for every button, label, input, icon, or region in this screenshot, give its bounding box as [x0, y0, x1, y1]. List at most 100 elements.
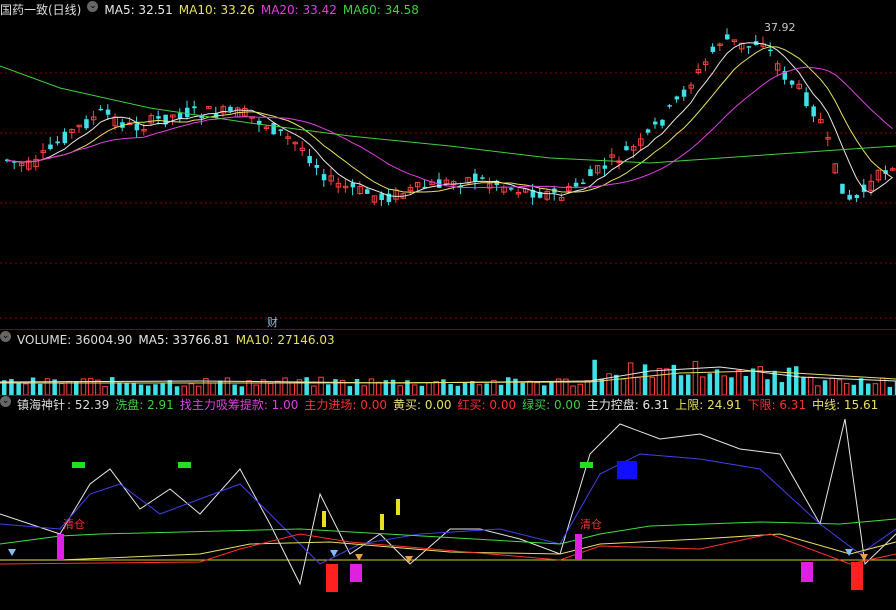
candle-body	[667, 105, 672, 107]
oscillator-line-white	[0, 418, 896, 586]
volume-bar	[448, 384, 453, 395]
volume-bar	[174, 386, 180, 395]
volume-bar	[858, 378, 864, 395]
volume-bar	[153, 384, 158, 395]
xipan-label: 洗盘: 2.91	[115, 398, 174, 412]
signal-bar-magenta	[350, 564, 362, 582]
signal-bar-yellow	[396, 499, 400, 515]
volume-bar	[649, 376, 655, 395]
volume-bar	[239, 386, 245, 395]
ma60-label: MA60: 34.58	[342, 3, 419, 17]
candle-body	[314, 165, 320, 168]
signal-bar-red	[326, 564, 338, 592]
candle-body	[573, 182, 579, 187]
candle-body	[725, 34, 730, 40]
candle-body	[278, 129, 284, 131]
volume-bar	[577, 383, 583, 395]
chevron-down-icon[interactable]: ⌄	[0, 396, 11, 407]
kongpan-label: 主力控盘: 6.31	[586, 398, 670, 412]
candle-body	[84, 119, 89, 129]
volume-bar	[801, 377, 806, 395]
candle-body	[55, 141, 60, 144]
volume-bar	[411, 384, 418, 395]
volume-bar	[872, 383, 879, 395]
candle-body	[653, 121, 658, 125]
volume-bar	[549, 381, 554, 395]
indicator-header: ⌄ 镇海神针 : 52.39 洗盘: 2.91 找主力吸筹提款: 1.00 主力…	[0, 396, 884, 414]
financial-report-marker[interactable]: 财	[267, 314, 278, 330]
volume-bar	[441, 379, 446, 395]
volume-bar	[614, 374, 619, 395]
volume-bar	[620, 378, 627, 395]
volume-bar	[181, 385, 187, 395]
indicator-name[interactable]: 镇海神针	[17, 396, 65, 414]
volume-bar	[527, 380, 533, 395]
chevron-down-icon[interactable]: ⌄	[87, 1, 99, 12]
volume-bar	[750, 368, 756, 395]
volume-header: ⌄ VOLUME: 36004.90 MA5: 33766.81 MA10: 2…	[0, 331, 341, 349]
volume-bar	[570, 385, 576, 395]
volume-bar	[311, 385, 317, 395]
volume-bar	[635, 376, 641, 395]
signal-bar-magenta	[575, 534, 582, 560]
volume-bar	[779, 382, 785, 395]
volume-bar	[347, 386, 353, 395]
signal-bar-magenta	[57, 534, 64, 560]
candle-body	[156, 116, 161, 119]
volume-bar	[38, 383, 43, 395]
xiaxian-label: 下限: 6.31	[747, 398, 807, 412]
volume-bar	[794, 366, 799, 395]
candle-body	[62, 131, 68, 144]
volume-bar	[470, 381, 475, 395]
candle-body	[811, 106, 816, 117]
volume-bar	[167, 380, 173, 395]
zhao-label: 找主力吸筹提款: 1.00	[179, 398, 299, 412]
volume-bar	[326, 384, 331, 395]
signal-marker-green	[178, 462, 191, 468]
volume-bar	[735, 369, 742, 395]
signal-marker-green	[72, 462, 85, 468]
panel-separator	[0, 329, 896, 330]
volume-bar	[9, 379, 14, 395]
volume-bar	[110, 377, 115, 395]
signal-bar-yellow	[380, 514, 384, 530]
volume-bar	[318, 376, 324, 395]
candlestick-chart[interactable]	[0, 18, 896, 328]
lvmai-label: 绿买: 0.00	[522, 398, 581, 412]
volume-bar	[822, 380, 828, 395]
indicator-chart[interactable]	[0, 414, 896, 610]
candle-body	[588, 169, 593, 177]
candle-body	[674, 96, 680, 100]
candle-body	[624, 146, 629, 151]
volume-bar	[102, 386, 108, 395]
candle-body	[177, 113, 183, 119]
volume-bar	[476, 384, 483, 395]
volume-bar	[146, 385, 151, 395]
clear-position-label: 清仓	[580, 518, 602, 531]
clear-position-label: 清仓	[63, 518, 85, 531]
candle-body	[861, 184, 867, 193]
volume-label: VOLUME: 36004.90	[17, 333, 133, 347]
zhongxian-label: 中线: 15.61	[812, 398, 879, 412]
candle-body	[105, 109, 111, 115]
oscillator-line-blue	[0, 453, 896, 565]
volume-ma5-label: MA5: 33766.81	[138, 333, 230, 347]
volume-bar	[59, 383, 65, 395]
volume-bar	[30, 377, 36, 395]
volume-bar	[743, 375, 749, 395]
volume-chart[interactable]	[0, 349, 896, 395]
candle-body	[710, 46, 716, 53]
volume-bar	[506, 377, 511, 395]
volume-bar	[426, 382, 432, 395]
volume-bar	[843, 383, 850, 395]
candle-body	[307, 156, 312, 164]
chevron-down-icon[interactable]: ⌄	[0, 331, 11, 342]
volume-bar	[124, 383, 129, 395]
volume-bar	[253, 384, 259, 395]
volume-bar	[656, 368, 663, 395]
ma10-line	[6, 46, 893, 193]
volume-bar	[592, 359, 597, 395]
stock-title[interactable]: 国药一致(日线)	[0, 1, 81, 19]
volume-bar	[304, 377, 309, 395]
volume-bar	[887, 386, 893, 395]
